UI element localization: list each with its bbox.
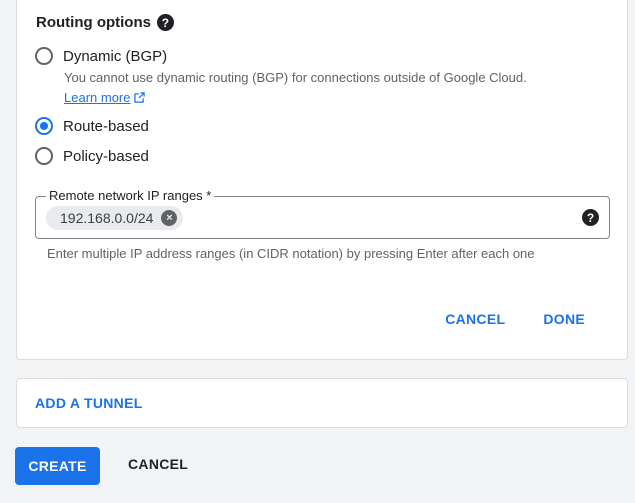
radio-policy-based[interactable]: Policy-based (35, 147, 149, 165)
radio-label-policy-based: Policy-based (63, 147, 149, 165)
learn-more-label: Learn more (64, 90, 131, 105)
dynamic-bgp-description: You cannot use dynamic routing (BGP) for… (64, 70, 527, 85)
vpn-tunnel-form: Routing options ? Dynamic (BGP) You cann… (0, 0, 635, 503)
card-actions: CANCEL DONE (445, 311, 585, 327)
remote-ip-ranges-field[interactable]: Remote network IP ranges * 192.168.0.0/2… (35, 188, 610, 239)
ip-range-chip[interactable]: 192.168.0.0/24 × (46, 206, 184, 230)
radio-checked-icon[interactable] (35, 117, 53, 135)
radio-label-dynamic: Dynamic (BGP) (63, 47, 168, 65)
radio-unchecked-icon[interactable] (35, 47, 53, 65)
add-tunnel-bar[interactable]: ADD A TUNNEL (16, 378, 628, 428)
help-icon[interactable]: ? (582, 209, 599, 226)
radio-dynamic-bgp[interactable]: Dynamic (BGP) (35, 47, 167, 65)
create-button[interactable]: CREATE (15, 447, 100, 485)
radio-label-route-based: Route-based (63, 117, 149, 135)
radio-route-based[interactable]: Route-based (35, 117, 149, 135)
done-button[interactable]: DONE (543, 311, 585, 327)
add-tunnel-button[interactable]: ADD A TUNNEL (35, 395, 143, 411)
routing-options-title: Routing options (36, 14, 151, 31)
tunnel-card: Routing options ? Dynamic (BGP) You cann… (16, 0, 628, 360)
chip-remove-icon[interactable]: × (161, 210, 178, 226)
radio-unchecked-icon[interactable] (35, 147, 53, 165)
cancel-button[interactable]: CANCEL (128, 456, 188, 472)
card-cancel-button[interactable]: CANCEL (445, 311, 505, 327)
remote-ip-ranges-label: Remote network IP ranges * (46, 188, 215, 203)
ip-range-chip-label: 192.168.0.0/24 (60, 210, 154, 226)
help-icon[interactable]: ? (156, 14, 174, 31)
ip-ranges-hint: Enter multiple IP address ranges (in CID… (47, 246, 535, 261)
learn-more-link[interactable]: Learn more (64, 90, 146, 105)
external-link-icon (134, 92, 146, 103)
routing-options-heading: Routing options ? (36, 14, 174, 31)
